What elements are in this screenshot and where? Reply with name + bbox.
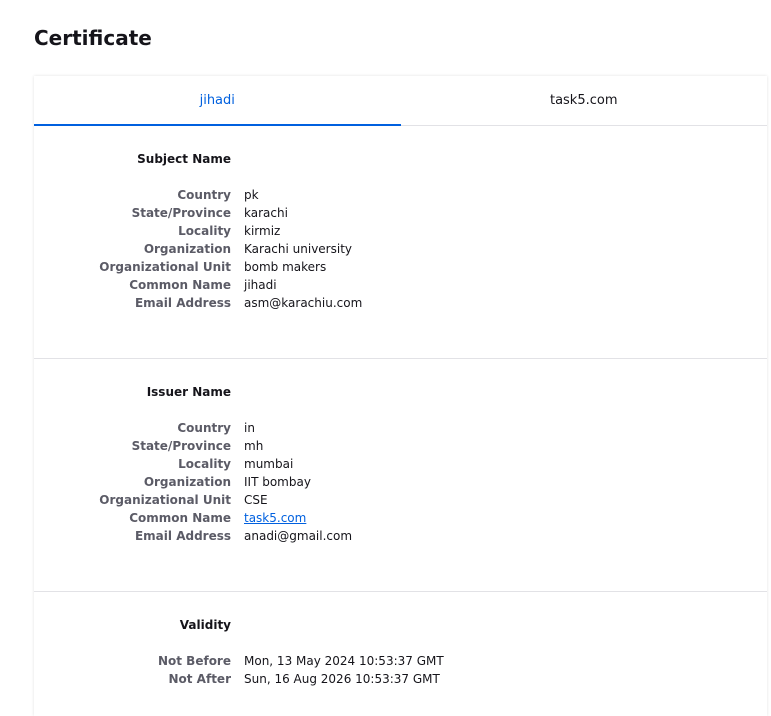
subject-row-email: Email Address asm@karachiu.com	[34, 294, 767, 312]
field-label: Organizational Unit	[99, 493, 231, 507]
field-label: State/Province	[131, 206, 231, 220]
section-title-issuer: Issuer Name	[146, 385, 231, 399]
tab-jihadi[interactable]: jihadi	[34, 76, 401, 126]
subject-row-state: State/Province karachi	[34, 204, 767, 222]
certificate-card: jihadi task5.com Subject Name Country pk…	[34, 76, 767, 716]
field-value: in	[244, 421, 255, 435]
subject-name-section: Subject Name Country pk State/Province k…	[34, 126, 767, 359]
validity-section: Validity Not Before Mon, 13 May 2024 10:…	[34, 592, 767, 716]
field-value: bomb makers	[244, 260, 327, 274]
issuer-row-common-name: Common Name task5.com	[34, 509, 767, 527]
common-name-link[interactable]: task5.com	[244, 511, 306, 525]
field-label: Common Name	[129, 511, 231, 525]
issuer-row-email: Email Address anadi@gmail.com	[34, 527, 767, 545]
field-value: Sun, 16 Aug 2026 10:53:37 GMT	[244, 672, 440, 686]
certificate-tabs: jihadi task5.com	[34, 76, 767, 126]
page-title: Certificate	[34, 26, 152, 50]
issuer-name-section: Issuer Name Country in State/Province mh…	[34, 359, 767, 592]
field-value: karachi	[244, 206, 288, 220]
field-label: Not After	[168, 672, 231, 686]
subject-row-country: Country pk	[34, 186, 767, 204]
issuer-row-country: Country in	[34, 419, 767, 437]
field-label: Email Address	[134, 296, 231, 310]
field-label: Organization	[143, 242, 231, 256]
field-label: Country	[177, 188, 231, 202]
field-label: Country	[177, 421, 231, 435]
validity-row-not-before: Not Before Mon, 13 May 2024 10:53:37 GMT	[34, 652, 767, 670]
field-value: Mon, 13 May 2024 10:53:37 GMT	[244, 654, 444, 668]
field-value: asm@karachiu.com	[244, 296, 363, 310]
field-label: Locality	[178, 457, 231, 471]
field-label: Not Before	[157, 654, 231, 668]
issuer-row-locality: Locality mumbai	[34, 455, 767, 473]
section-title-validity: Validity	[179, 618, 231, 632]
field-label: Organizational Unit	[99, 260, 231, 274]
field-value: mumbai	[244, 457, 294, 471]
field-value: pk	[244, 188, 259, 202]
field-value: CSE	[244, 493, 268, 507]
field-value: Karachi university	[244, 242, 353, 256]
subject-row-locality: Locality kirmiz	[34, 222, 767, 240]
field-label: Common Name	[129, 278, 231, 292]
field-value: task5.com	[244, 509, 306, 527]
section-title-subject: Subject Name	[137, 152, 231, 166]
subject-row-organization: Organization Karachi university	[34, 240, 767, 258]
field-value: kirmiz	[244, 224, 281, 238]
field-label: Organization	[143, 475, 231, 489]
subject-row-common-name: Common Name jihadi	[34, 276, 767, 294]
issuer-row-org-unit: Organizational Unit CSE	[34, 491, 767, 509]
issuer-row-state: State/Province mh	[34, 437, 767, 455]
field-label: State/Province	[131, 439, 231, 453]
field-value: mh	[244, 439, 264, 453]
field-value: jihadi	[244, 278, 277, 292]
issuer-row-organization: Organization IIT bombay	[34, 473, 767, 491]
field-value: IIT bombay	[244, 475, 311, 489]
tab-task5-com[interactable]: task5.com	[401, 76, 768, 125]
field-label: Email Address	[134, 529, 231, 543]
validity-row-not-after: Not After Sun, 16 Aug 2026 10:53:37 GMT	[34, 670, 767, 688]
field-label: Locality	[178, 224, 231, 238]
field-value: anadi@gmail.com	[244, 529, 353, 543]
subject-row-org-unit: Organizational Unit bomb makers	[34, 258, 767, 276]
